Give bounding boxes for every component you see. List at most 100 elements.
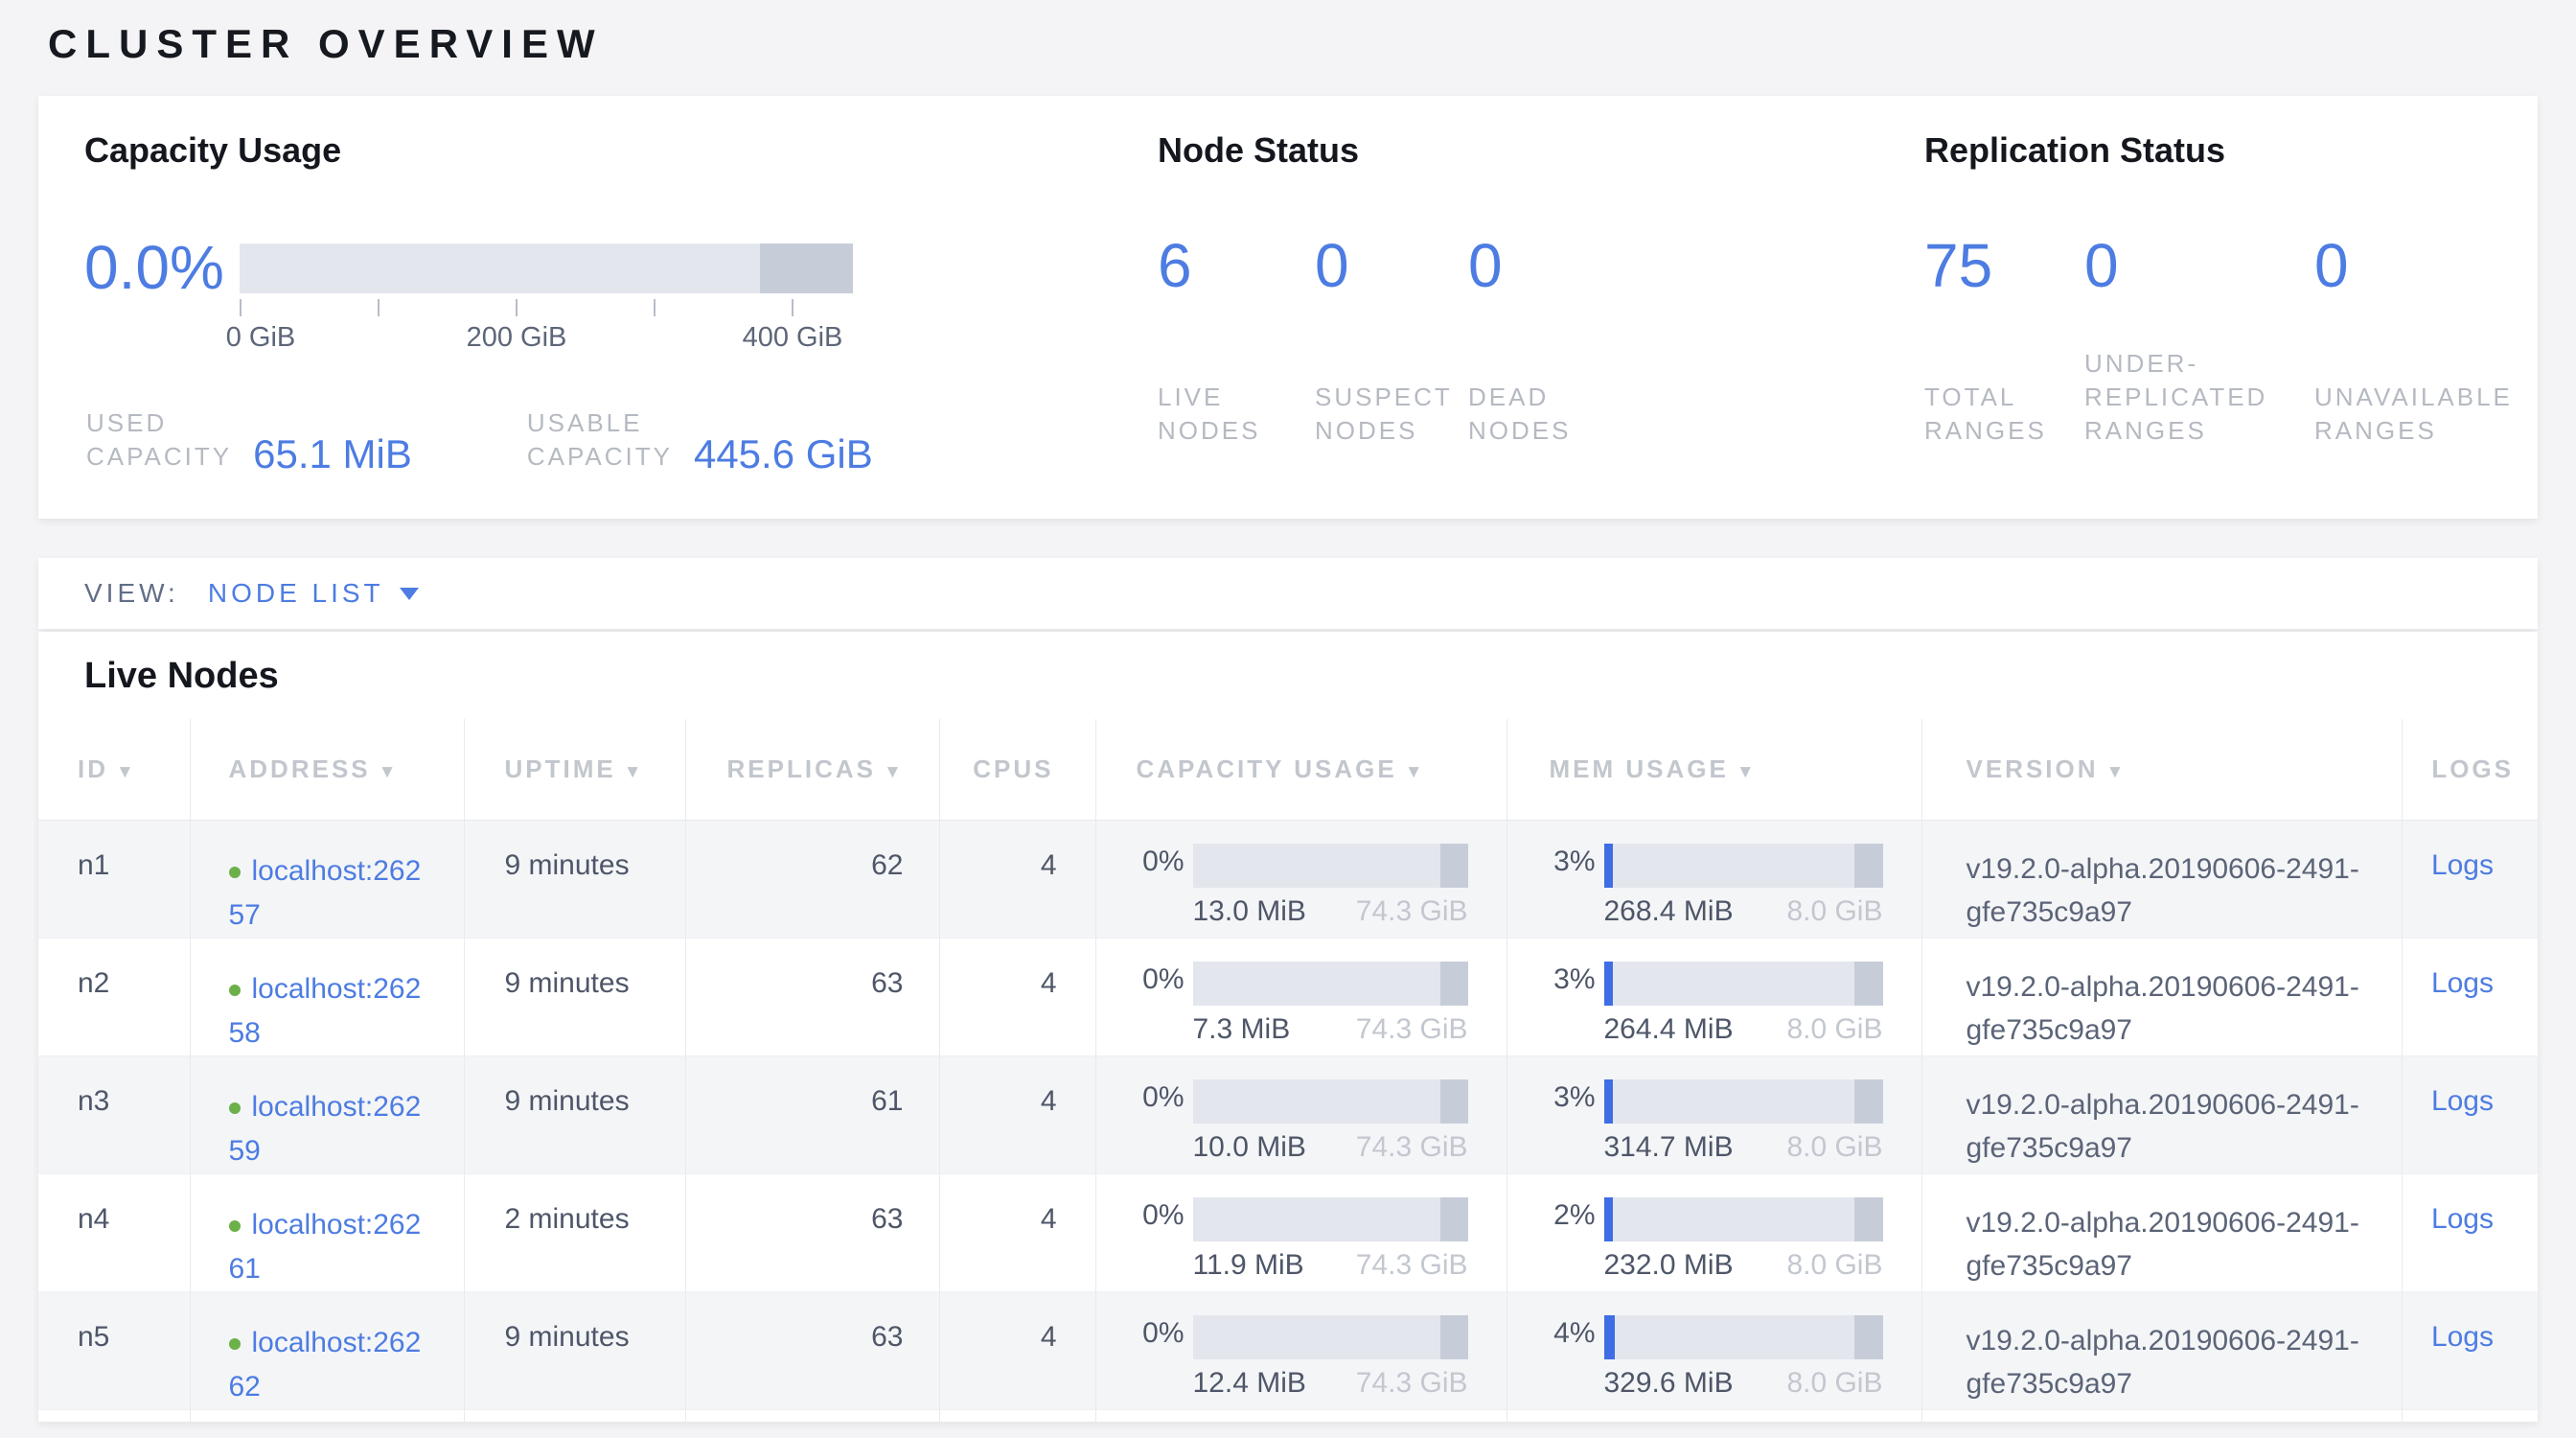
logs-cell: Logs (2402, 1291, 2538, 1409)
node-id-cell: n5 (38, 1291, 190, 1409)
live-status-icon (229, 1102, 241, 1114)
table-row: n2localhost:262589 minutes6340%7.3 MiB74… (38, 938, 2538, 1055)
column-header-label: CPUS (973, 754, 1053, 783)
capacity-bar-endcap (1440, 844, 1468, 888)
mem-bar (1604, 1197, 1883, 1241)
column-header-replicas[interactable]: REPLICAS▼ (685, 719, 939, 820)
capacity-bar-endcap (1440, 1197, 1468, 1241)
replicas-cell: 62 (685, 820, 939, 938)
live-nodes-title: Live Nodes (38, 632, 2538, 699)
capacity-percent: 0% (1123, 1081, 1184, 1114)
node-status-section: Node Status 6 LIVE NODES 0 SUSPECT NODES (1158, 130, 1924, 484)
column-header-label: VERSION (1966, 754, 2099, 783)
column-header-label: LOGS (2431, 754, 2514, 783)
mem-percent: 3% (1534, 846, 1596, 878)
node-address-link[interactable]: localhost:26261 (229, 1209, 422, 1285)
node-address-cell: localhost:26259 (190, 1055, 464, 1173)
capacity-used-value: 7.3 MiB (1193, 1013, 1291, 1046)
column-header-address[interactable]: ADDRESS▼ (190, 719, 464, 820)
mem-total-value: 8.0 GiB (1786, 895, 1882, 928)
logs-link[interactable]: Logs (2431, 1203, 2494, 1235)
mem-total-value: 8.0 GiB (1786, 1367, 1882, 1400)
capacity-stats: USED CAPACITY 65.1 MiB USABLE CAPACITY 4… (86, 406, 1158, 474)
node-address-link[interactable]: localhost:26262 (229, 1327, 422, 1403)
page-title: CLUSTER OVERVIEW (38, 0, 2538, 67)
capacity-used-value: 12.4 MiB (1193, 1367, 1306, 1400)
capacity-used-value: 11.9 MiB (1193, 1249, 1304, 1282)
capacity-meter: 0%7.3 MiB74.3 GiB (1096, 939, 1506, 1046)
mem-cell: 3%268.4 MiB8.0 GiB (1506, 820, 1921, 938)
axis-tick (516, 299, 518, 316)
logs-link[interactable]: Logs (2431, 1085, 2494, 1117)
mem-percent: 4% (1534, 1317, 1596, 1350)
live-status-icon (229, 985, 241, 996)
capacity-values: 12.4 MiB 74.3 GiB (1193, 1367, 1468, 1400)
node-status-stats: 6 LIVE NODES 0 SUSPECT NODES 0 (1158, 232, 1924, 448)
node-address-link[interactable]: localhost:26257 (229, 855, 422, 931)
capacity-used-value: 10.0 MiB (1193, 1131, 1306, 1164)
mem-cell: 2%232.0 MiB8.0 GiB (1506, 1173, 1921, 1291)
mem-used-value: 329.6 MiB (1604, 1367, 1734, 1400)
unavailable-ranges-label: UNAVAILABLE RANGES (2314, 347, 2554, 448)
logs-link[interactable]: Logs (2431, 967, 2494, 999)
mem-bar-endcap (1854, 1315, 1882, 1359)
column-header-mem-usage[interactable]: MEM USAGE▼ (1506, 719, 1921, 820)
node-id-cell: n3 (38, 1055, 190, 1173)
replication-status-title: Replication Status (1924, 130, 2554, 171)
column-header-logs: LOGS (2402, 719, 2538, 820)
used-capacity-value: 65.1 MiB (253, 435, 412, 474)
mem-bar-fill (1604, 1315, 1616, 1359)
mem-bar-endcap (1854, 1197, 1882, 1241)
column-header-id[interactable]: ID▼ (38, 719, 190, 820)
mem-bar-fill (1604, 844, 1613, 888)
mem-used-value: 232.0 MiB (1604, 1249, 1734, 1282)
live-nodes-table: ID▼ADDRESS▼UPTIME▼REPLICAS▼ CPUS CAPACITY … (38, 719, 2538, 1422)
replicas-cell: 63 (685, 1173, 939, 1291)
mem-used-value: 264.4 MiB (1604, 1013, 1734, 1046)
logs-cell: Logs (2402, 938, 2538, 1055)
capacity-bar-block: 0 GiB 200 GiB 400 GiB (240, 244, 853, 357)
logs-cell: Logs (2402, 1055, 2538, 1173)
suspect-nodes-label: SUSPECT NODES (1315, 347, 1468, 448)
axis-label: 200 GiB (467, 322, 567, 354)
mem-bar-endcap (1854, 844, 1882, 888)
table-header-row: ID▼ADDRESS▼UPTIME▼REPLICAS▼ CPUS CAPACITY … (38, 719, 2538, 820)
capacity-meter: 0%11.9 MiB74.3 GiB (1096, 1174, 1506, 1282)
total-ranges-value: 75 (1924, 232, 2084, 309)
version-cell: v19.2.0-alpha.20190606-2491-gfe735c9a97 (1921, 820, 2402, 938)
column-header-version[interactable]: VERSION▼ (1921, 719, 2402, 820)
mem-bar-endcap (1854, 1079, 1882, 1124)
mem-values: 314.7 MiB8.0 GiB (1604, 1131, 1883, 1164)
replicas-cell: 63 (685, 938, 939, 1055)
view-dropdown[interactable]: NODE LIST (208, 578, 419, 609)
column-header-capacity-usage[interactable]: CAPACITY USAGE▼ (1095, 719, 1506, 820)
column-header-label: CAPACITY USAGE (1137, 754, 1397, 783)
node-id-cell: n2 (38, 938, 190, 1055)
usable-capacity-stat: USABLE CAPACITY 445.6 GiB (527, 406, 873, 474)
dead-nodes-stat: 0 DEAD NODES (1468, 232, 1625, 448)
mem-bar-fill (1604, 1197, 1613, 1241)
mem-bar (1604, 962, 1883, 1006)
under-replicated-ranges-label: UNDER- REPLICATED RANGES (2084, 347, 2314, 448)
node-address-cell: localhost:26258 (190, 938, 464, 1055)
logs-link[interactable]: Logs (2431, 1321, 2494, 1353)
capacity-bar (1193, 1079, 1468, 1124)
capacity-bar-endcap (1440, 1079, 1468, 1124)
logs-link[interactable]: Logs (2431, 849, 2494, 881)
total-ranges-stat: 75 TOTAL RANGES (1924, 232, 2084, 448)
version-cell: v19.2.0-alpha.20190606-2491-gfe735c9a97 (1921, 1173, 2402, 1291)
mem-cell: 4%329.6 MiB 8.0 GiB (1506, 1291, 1921, 1409)
view-dropdown-value[interactable]: NODE LIST (208, 578, 384, 609)
mem-bar-fill (1604, 1079, 1613, 1124)
node-address-link[interactable]: localhost:26259 (229, 1091, 422, 1167)
mem-percent: 3% (1534, 963, 1596, 996)
node-address-link[interactable]: localhost:26258 (229, 973, 422, 1049)
axis-label: 0 GiB (226, 322, 296, 354)
live-nodes-value: 6 (1158, 232, 1315, 309)
capacity-total-value: 74.3 GiB (1356, 1367, 1468, 1400)
unavailable-ranges-value: 0 (2314, 232, 2554, 309)
mem-values: 264.4 MiB8.0 GiB (1604, 1013, 1883, 1046)
capacity-axis (240, 297, 853, 318)
mem-meter: 3%314.7 MiB8.0 GiB (1507, 1056, 1921, 1164)
column-header-uptime[interactable]: UPTIME▼ (464, 719, 685, 820)
